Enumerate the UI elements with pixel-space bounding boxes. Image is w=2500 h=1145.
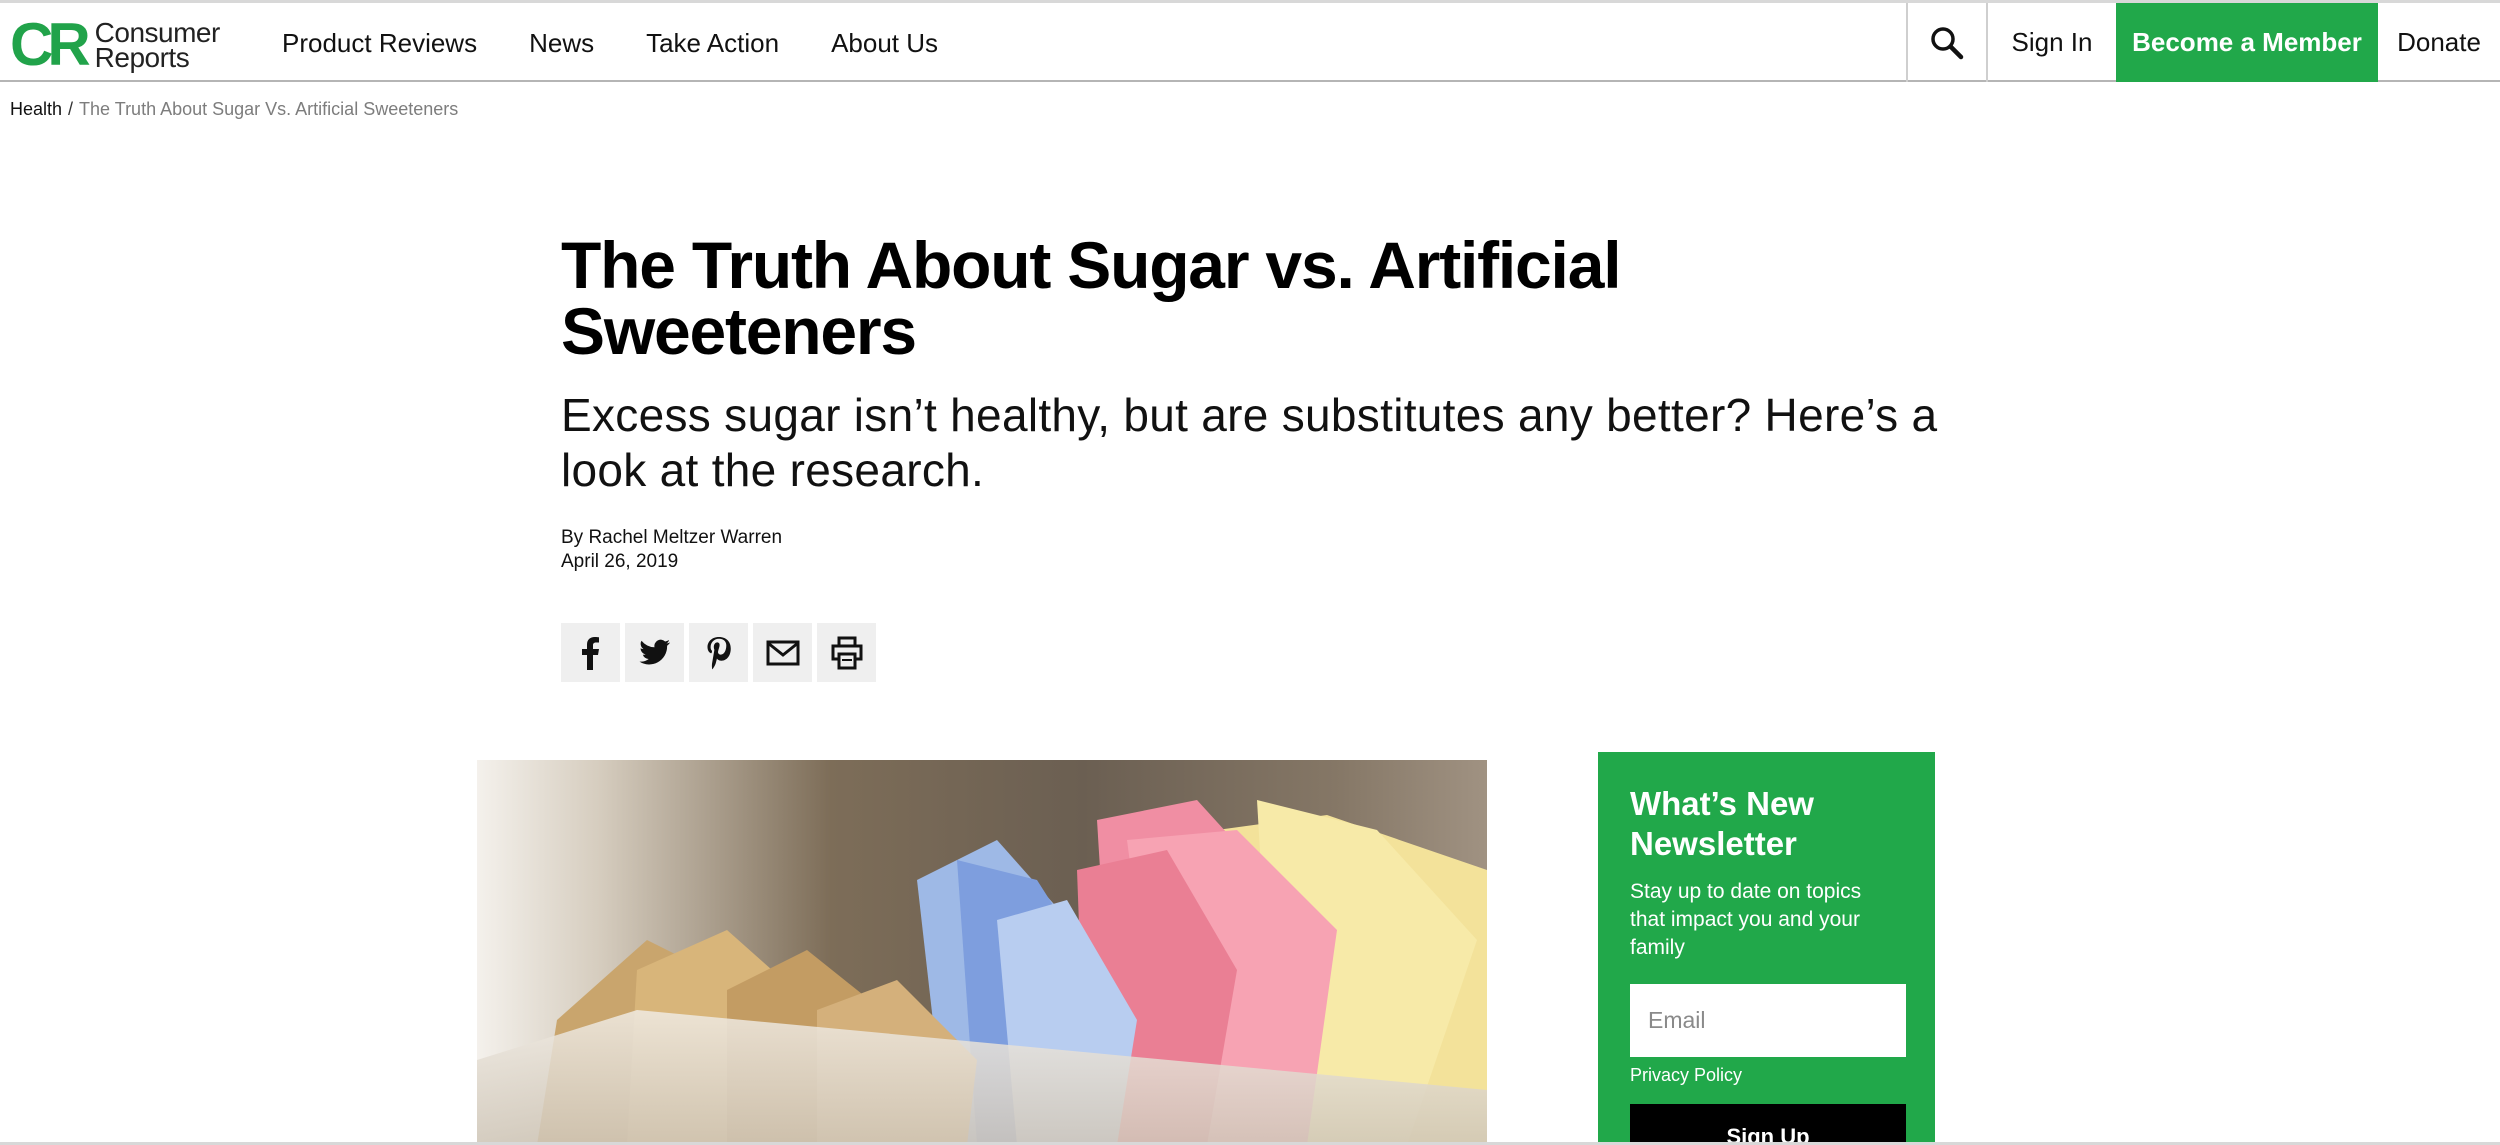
share-facebook-button[interactable] bbox=[561, 623, 620, 682]
newsletter-email-input[interactable] bbox=[1630, 984, 1906, 1057]
breadcrumb-separator: / bbox=[68, 99, 74, 119]
search-button[interactable] bbox=[1906, 3, 1988, 82]
share-twitter-button[interactable] bbox=[625, 623, 684, 682]
logo-wordmark: Consumer Reports bbox=[94, 19, 221, 73]
main-nav: Product Reviews News Take Action About U… bbox=[282, 3, 990, 83]
breadcrumb-current: The Truth About Sugar Vs. Artificial Swe… bbox=[79, 99, 459, 119]
share-bar bbox=[561, 623, 881, 682]
newsletter-description: Stay up to date on topics that impact yo… bbox=[1630, 880, 1862, 959]
breadcrumb: Health / The Truth About Sugar Vs. Artific… bbox=[10, 99, 458, 120]
sweetener-packets-image bbox=[477, 760, 1487, 1145]
nav-about-us[interactable]: About Us bbox=[831, 28, 938, 59]
header-actions: Sign In Become a Member Donate bbox=[1906, 3, 2500, 82]
hero-image bbox=[477, 760, 1487, 1145]
breadcrumb-health-link[interactable]: Health bbox=[10, 99, 62, 119]
newsletter-title: What’s New Newsletter bbox=[1630, 785, 1814, 862]
donate-link[interactable]: Donate bbox=[2378, 3, 2500, 82]
logo-mark: CR bbox=[10, 11, 91, 78]
site-header: CR Consumer Reports Product Reviews News… bbox=[0, 0, 2500, 82]
share-email-button[interactable] bbox=[753, 623, 812, 682]
email-icon bbox=[766, 640, 799, 665]
become-member-button[interactable]: Become a Member bbox=[2116, 3, 2378, 82]
article-author: By Rachel Meltzer Warren bbox=[561, 527, 783, 548]
newsletter-signup: What’s New Newsletter Stay up to date on… bbox=[1598, 752, 1935, 1145]
logo-line-2: Reports bbox=[94, 42, 190, 73]
nav-take-action[interactable]: Take Action bbox=[646, 28, 779, 59]
article-byline: By Rachel Meltzer Warren April 26, 2019 bbox=[561, 526, 782, 574]
nav-product-reviews[interactable]: Product Reviews bbox=[282, 28, 477, 59]
share-pinterest-button[interactable] bbox=[689, 623, 748, 682]
facebook-icon bbox=[581, 636, 599, 670]
sign-in-link[interactable]: Sign In bbox=[1988, 3, 2116, 82]
article-subtitle: Excess sugar isn’t healthy, but are subs… bbox=[561, 389, 1938, 496]
search-icon bbox=[1931, 26, 1964, 59]
pinterest-icon bbox=[707, 636, 731, 669]
privacy-policy-link[interactable]: Privacy Policy bbox=[1630, 1065, 1903, 1086]
newsletter-signup-button[interactable]: Sign Up bbox=[1630, 1104, 1906, 1145]
print-icon bbox=[831, 636, 862, 669]
twitter-icon bbox=[639, 639, 670, 664]
article-date: April 26, 2019 bbox=[561, 551, 679, 572]
consumer-reports-logo[interactable]: CR Consumer Reports bbox=[10, 11, 221, 78]
article-title: The Truth About Sugar vs. Artificial Swe… bbox=[561, 228, 1622, 368]
nav-news[interactable]: News bbox=[529, 28, 594, 59]
share-print-button[interactable] bbox=[817, 623, 876, 682]
